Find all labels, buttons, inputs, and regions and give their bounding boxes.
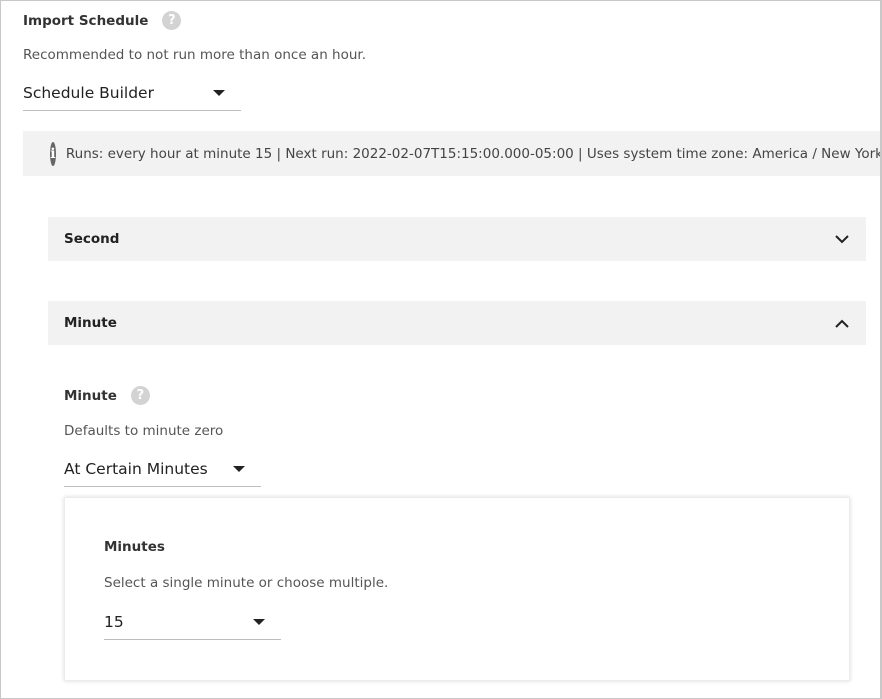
minute-field-heading: Minute ? xyxy=(64,386,150,405)
minutes-label: Minutes xyxy=(104,539,165,555)
schedule-mode-select[interactable]: Schedule Builder xyxy=(23,84,241,111)
chevron-up-icon xyxy=(834,315,850,331)
help-icon[interactable]: ? xyxy=(130,386,150,405)
minute-mode-select[interactable]: At Certain Minutes xyxy=(64,460,261,487)
section-second-header[interactable]: Second xyxy=(48,217,866,261)
minutes-value: 15 xyxy=(104,613,124,631)
schedule-panel: Import Schedule ? Recommended to not run… xyxy=(0,0,882,699)
import-schedule-heading: Import Schedule ? xyxy=(23,11,182,30)
caret-down-icon xyxy=(253,619,265,625)
schedule-summary-text: Runs: every hour at minute 15 | Next run… xyxy=(65,145,882,162)
minutes-select[interactable]: 15 xyxy=(104,613,281,640)
section-second-label: Second xyxy=(64,231,120,247)
minute-field-label: Minute xyxy=(64,387,117,404)
chevron-down-icon xyxy=(834,231,850,247)
info-icon: i xyxy=(50,141,56,166)
help-icon[interactable]: ? xyxy=(162,11,182,30)
import-schedule-title: Import Schedule xyxy=(23,12,149,29)
minutes-description: Select a single minute or choose multipl… xyxy=(104,575,389,591)
section-minute-header[interactable]: Minute xyxy=(48,301,866,345)
minutes-card: Minutes Select a single minute or choose… xyxy=(64,497,850,681)
section-minute-label: Minute xyxy=(64,315,117,331)
minute-mode-value: At Certain Minutes xyxy=(64,460,208,478)
caret-down-icon xyxy=(233,466,245,472)
caret-down-icon xyxy=(213,90,225,96)
minute-field-description: Defaults to minute zero xyxy=(64,423,224,439)
schedule-info-bar: i Runs: every hour at minute 15 | Next r… xyxy=(23,131,882,176)
schedule-mode-value: Schedule Builder xyxy=(23,84,154,102)
import-schedule-description: Recommended to not run more than once an… xyxy=(23,47,367,63)
